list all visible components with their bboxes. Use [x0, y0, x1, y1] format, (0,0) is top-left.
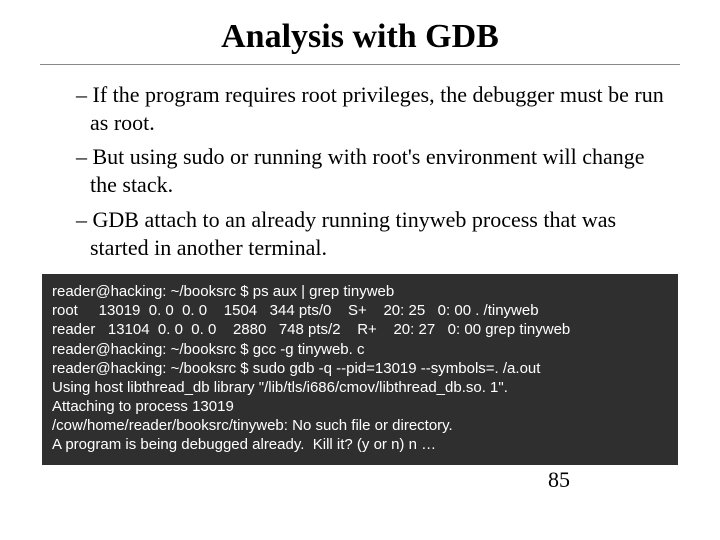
bullet-text: GDB attach to an already running tinyweb… [90, 207, 616, 260]
terminal-line: reader@hacking: ~/booksrc $ gcc -g tinyw… [52, 340, 668, 359]
page-title: Analysis with GDB [40, 18, 680, 56]
terminal-block: reader@hacking: ~/booksrc $ ps aux | gre… [42, 274, 678, 465]
bullet-text: If the program requires root privileges,… [90, 82, 664, 135]
terminal-line: Using host libthread_db library "/lib/tl… [52, 378, 668, 397]
terminal-line: /cow/home/reader/booksrc/tinyweb: No suc… [52, 416, 668, 435]
bullet-item: – If the program requires root privilege… [76, 81, 670, 137]
bullet-item: – But using sudo or running with root's … [76, 143, 670, 199]
slide: Analysis with GDB – If the program requi… [0, 0, 720, 540]
terminal-line: Attaching to process 13019 [52, 397, 668, 416]
dash-icon: – [76, 207, 93, 232]
terminal-line: reader@hacking: ~/booksrc $ ps aux | gre… [52, 282, 668, 301]
dash-icon: – [76, 82, 93, 107]
terminal-line: reader 13104 0. 0 0. 0 2880 748 pts/2 R+… [52, 320, 668, 339]
bullet-item: – GDB attach to an already running tinyw… [76, 206, 670, 262]
terminal-line: A program is being debugged already. Kil… [52, 435, 668, 454]
page-number: 85 [40, 467, 680, 493]
title-underline [40, 64, 680, 65]
bullet-text: But using sudo or running with root's en… [90, 144, 645, 197]
dash-icon: – [76, 144, 93, 169]
terminal-line: root 13019 0. 0 0. 0 1504 344 pts/0 S+ 2… [52, 301, 668, 320]
bullet-list: – If the program requires root privilege… [76, 81, 670, 262]
terminal-line: reader@hacking: ~/booksrc $ sudo gdb -q … [52, 359, 668, 378]
